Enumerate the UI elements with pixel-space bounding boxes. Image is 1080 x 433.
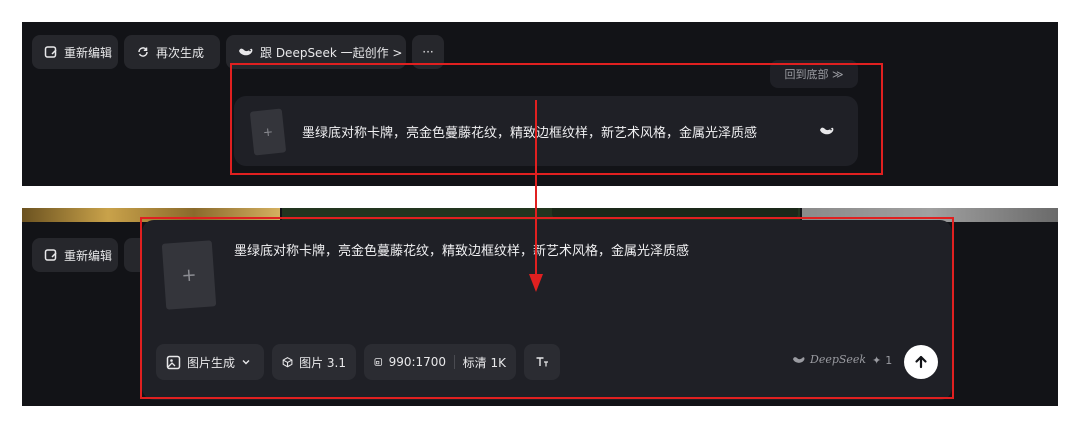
plus-icon: + [262,124,274,140]
prompt-input-expanded[interactable]: + 墨绿底对称卡牌，亮金色蔓藤花纹，精致边框纹样，新艺术风格，金属光泽质感 图片… [142,220,952,400]
refresh-icon [138,47,148,57]
reference-image-upload[interactable]: + [249,108,287,156]
deepseek-whale-icon [793,356,805,363]
credits-label: 1 [885,354,893,367]
edit-icon [44,249,57,261]
credits-indicator: ✦ 1 [872,354,892,367]
send-button[interactable] [904,345,938,379]
ratio-quality-select[interactable]: 990:1700 标清 1K [364,344,516,380]
reference-image-upload[interactable]: + [161,240,217,310]
reedit-label: 重新编辑 [64,248,113,263]
prompt-input-collapsed[interactable]: + 墨绿底对称卡牌，亮金色蔓藤花纹，精致边框纹样，新艺术风格，金属光泽质感 [234,96,858,166]
mode-select[interactable]: 图片生成 [156,344,264,380]
deepseek-badge[interactable]: DeepSeek [792,353,866,366]
deepseek-label: DeepSeek [810,353,867,366]
mode-label: 图片生成 [187,355,236,370]
text-size-icon [536,357,548,367]
plus-icon: + [180,263,198,287]
back-to-bottom-label: 回到底部 ≫ [784,68,844,81]
deepseek-whale-icon [820,127,834,135]
prompt-textarea[interactable]: 墨绿底对称卡牌，亮金色蔓藤花纹，精致边框纹样，新艺术风格，金属光泽质感 [234,240,689,259]
aspect-ratio-icon [374,358,383,366]
back-to-bottom-button[interactable]: 回到底部 ≫ [770,60,858,88]
reedit-label: 重新编辑 [64,45,113,60]
edit-icon [44,46,57,58]
deepseek-whale-icon [239,48,253,56]
reedit-button[interactable]: 重新编辑 [32,35,118,69]
cube-icon [282,357,293,368]
reedit-button[interactable]: 重新编辑 [32,238,118,272]
transition-arrow-icon [529,100,543,292]
sparkle-icon: ✦ [872,354,882,367]
more-icon: ··· [422,45,434,59]
image-generate-icon [166,355,181,369]
ratio-label: 990:1700 [388,355,447,369]
regenerate-label: 再次生成 [156,45,205,60]
model-select[interactable]: 图片 3.1 [272,344,356,380]
arrow-up-icon [915,355,927,369]
chevron-down-icon [242,360,250,365]
create-with-deepseek-button[interactable]: 跟 DeepSeek 一起创作 > [226,35,406,69]
model-label: 图片 3.1 [299,355,346,370]
divider [454,355,455,369]
regenerate-button[interactable]: 再次生成 [124,35,220,69]
more-button[interactable]: ··· [412,35,444,69]
quality-label: 标清 1K [462,355,506,370]
create-with-label: 跟 DeepSeek 一起创作 > [260,45,403,60]
text-style-button[interactable] [524,344,560,380]
